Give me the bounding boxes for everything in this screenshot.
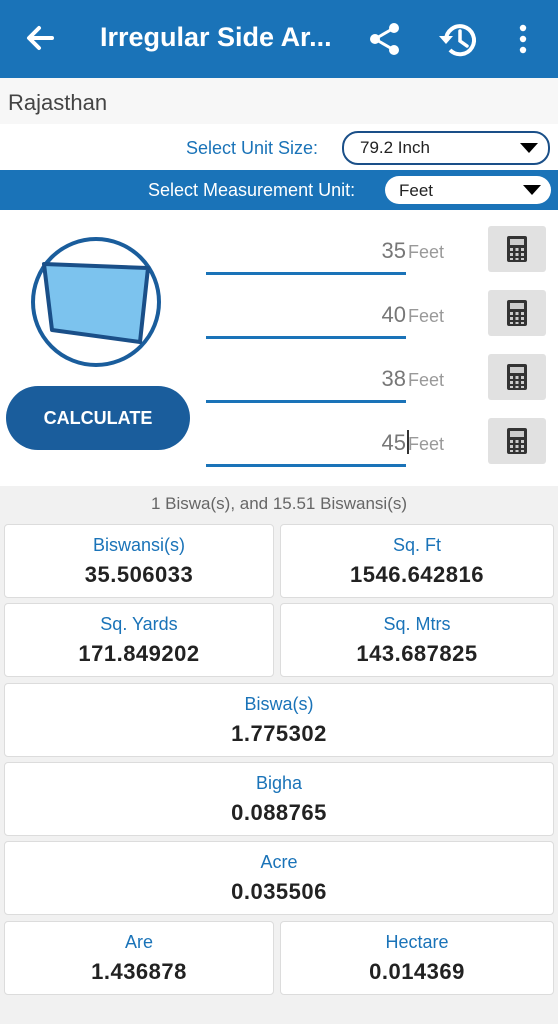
result-card-sqmtrs: Sq. Mtrs 143.687825 — [280, 603, 554, 677]
app-bar: Irregular Side Ar... — [0, 0, 558, 78]
result-label: Biswansi(s) — [92, 535, 185, 555]
more-options-icon[interactable] — [508, 20, 538, 58]
result-value: 0.088765 — [231, 800, 327, 825]
result-value: 1.436878 — [91, 959, 187, 984]
calculate-button[interactable]: CALCULATE — [6, 386, 190, 450]
calculator-button[interactable] — [488, 290, 546, 336]
result-label: Biswa(s) — [244, 694, 314, 714]
measurement-unit-label: Select Measurement Unit: — [148, 180, 356, 200]
measurement-unit-select[interactable]: Feet — [385, 176, 551, 204]
side-unit: Feet — [408, 242, 445, 262]
side-value: 35 — [381, 238, 406, 263]
side-4-input[interactable]: 45 Feet — [206, 424, 444, 467]
side-unit: Feet — [408, 434, 445, 454]
side-value: 40 — [381, 302, 406, 327]
back-arrow-icon[interactable] — [20, 18, 60, 58]
calculator-icon — [507, 428, 527, 454]
result-card-sqyards: Sq. Yards 171.849202 — [4, 603, 274, 677]
result-value: 0.035506 — [231, 879, 327, 904]
result-card-bigha: Bigha 0.088765 — [4, 762, 554, 836]
result-label: Sq. Mtrs — [383, 614, 451, 634]
result-card-sqft: Sq. Ft 1546.642816 — [280, 524, 554, 598]
irregular-quadrilateral-icon — [31, 237, 161, 367]
side-value: 38 — [381, 366, 406, 391]
side-unit: Feet — [408, 306, 445, 326]
result-card-biswansi: Biswansi(s) 35.506033 — [4, 524, 274, 598]
result-label: Are — [124, 932, 153, 952]
history-icon[interactable] — [436, 18, 480, 62]
result-value: 171.849202 — [78, 641, 200, 666]
result-value: 35.506033 — [84, 562, 194, 587]
calculator-button[interactable] — [488, 418, 546, 464]
result-card-hectare: Hectare 0.014369 — [280, 921, 554, 995]
result-card-are: Are 1.436878 — [4, 921, 274, 995]
unit-size-row: Select Unit Size: 79.2 Inch — [0, 124, 558, 170]
result-value: 1546.642816 — [350, 562, 484, 587]
side-1-input[interactable]: 35 Feet — [206, 232, 444, 275]
side-unit: Feet — [408, 370, 445, 390]
result-label: Acre — [260, 852, 298, 872]
calculator-icon — [507, 364, 527, 390]
result-label: Sq. Yards — [100, 614, 178, 634]
result-value: 0.014369 — [369, 959, 465, 984]
share-icon[interactable] — [366, 20, 404, 58]
state-row: Rajasthan — [0, 78, 558, 124]
unit-size-label: Select Unit Size: — [186, 138, 319, 158]
result-summary: 1 Biswa(s), and 15.51 Biswansi(s) — [150, 494, 408, 513]
calculator-icon — [507, 300, 527, 326]
side-value: 45 — [381, 430, 406, 455]
calculator-button[interactable] — [488, 354, 546, 400]
side-3-input[interactable]: 38 Feet — [206, 360, 444, 403]
result-label: Sq. Ft — [392, 535, 441, 555]
result-label: Hectare — [385, 932, 449, 952]
result-value: 143.687825 — [356, 641, 478, 666]
result-label: Bigha — [255, 773, 303, 793]
result-value: 1.775302 — [231, 721, 327, 746]
measurement-unit-row: Select Measurement Unit: Feet — [0, 170, 558, 210]
page-title: Irregular Side Ar... — [100, 22, 332, 52]
result-card-acre: Acre 0.035506 — [4, 841, 554, 915]
dropdown-caret-icon — [520, 143, 538, 153]
calculator-button[interactable] — [488, 226, 546, 272]
measurement-unit-value: Feet — [399, 181, 434, 200]
side-2-input[interactable]: 40 Feet — [206, 296, 444, 339]
input-area: CALCULATE 35 Feet 40 Feet 38 Feet 45 Fee… — [0, 210, 558, 486]
dropdown-caret-icon — [523, 185, 541, 195]
calculator-icon — [507, 236, 527, 262]
unit-size-value: 79.2 Inch — [360, 138, 430, 157]
unit-size-select[interactable]: 79.2 Inch — [342, 131, 550, 165]
state-name: Rajasthan — [8, 90, 108, 115]
result-card-biswa: Biswa(s) 1.775302 — [4, 683, 554, 757]
